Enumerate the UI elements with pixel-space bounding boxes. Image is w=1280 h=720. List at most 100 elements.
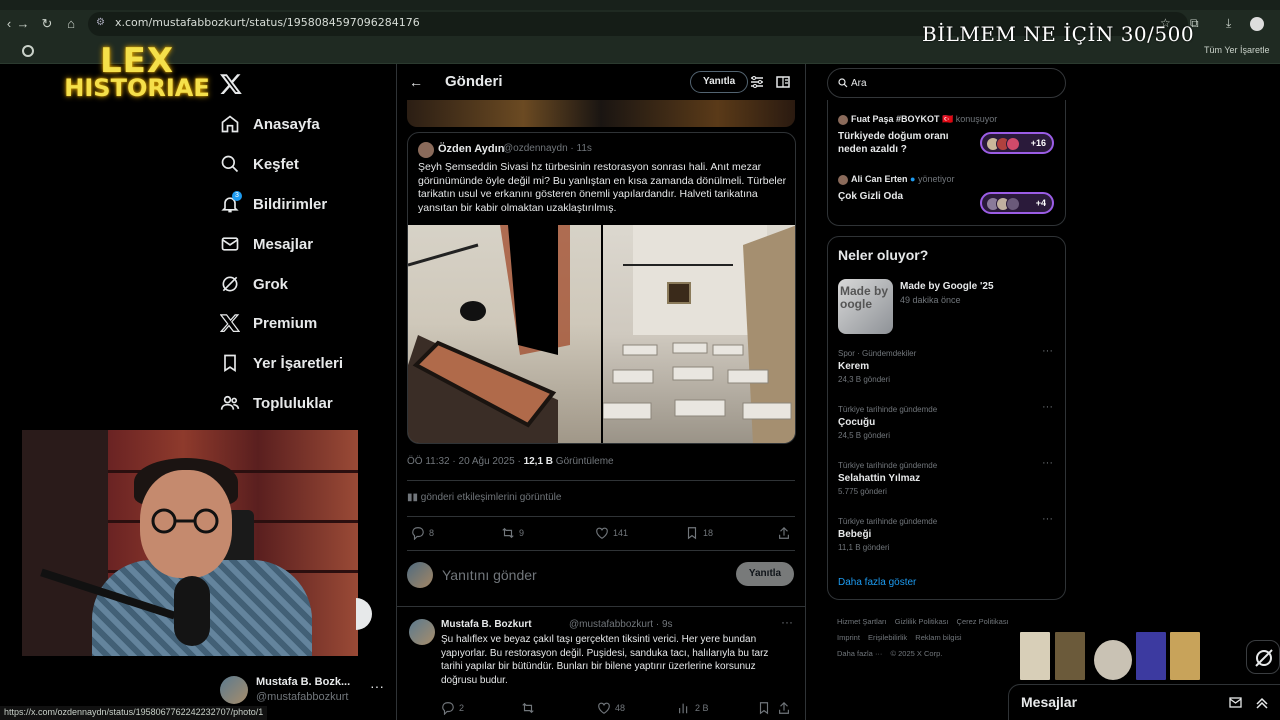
profile-icon[interactable] [1250,17,1264,31]
share-button[interactable] [777,701,795,715]
reply-composer: Yanıtını gönder Yanıtla [407,560,797,590]
book-cover [1094,640,1132,680]
home-icon [221,115,239,133]
more-icon[interactable]: ··· [1042,513,1053,525]
more-icon[interactable]: ··· [370,678,384,694]
view-engagements-link[interactable]: ▮▮ gönderi etkileşimlerini görüntüle [407,492,561,503]
trend-item[interactable]: Türkiye tarihinde gündemde Bebeği 11,1 B… [838,513,1058,552]
space-listeners-pill[interactable]: +4 [980,192,1054,214]
nav-label: Yer İşaretleri [253,354,344,372]
nav-item-notifications[interactable]: 3 Bildirimler [220,189,327,219]
reply-pill-button[interactable]: Yanıtla [690,71,749,93]
avatar [838,114,848,125]
trend-item[interactable]: Spor · Gündemdekiler Kerem 24,3 B gönder… [838,345,1058,384]
reply-tweet[interactable]: Mustafa B. Bozkurt @mustafabbozkurt · 9s… [397,606,805,720]
search-input[interactable]: Ara [827,68,1066,98]
repost-button[interactable]: 9 [501,526,524,540]
previous-media-strip[interactable] [407,100,795,127]
footer-link[interactable]: Daha fazla ··· [837,649,882,658]
grok-icon [1255,649,1273,667]
footer-link[interactable]: Gizlilik Politikası [895,617,949,626]
more-icon[interactable]: ··· [1042,401,1053,413]
book-covers-overlay [1020,632,1200,680]
tab-strip [0,0,1280,10]
copyright: © 2025 X Corp. [890,649,943,658]
nav-item-grok[interactable]: Grok [220,269,288,299]
reply-text: Şu halıflex ve beyaz çakıl taşı gerçekte… [441,634,769,686]
share-button[interactable] [777,526,795,540]
url-text[interactable]: x.com/mustafabbozkurt/status/19580845970… [115,16,420,29]
featured-title[interactable]: Made by Google '25 [900,281,994,292]
all-bookmarks[interactable]: Tüm Yer İşaretle [1204,45,1270,55]
tomb-photo-1[interactable] [408,225,601,443]
reply-button[interactable]: 8 [411,526,434,540]
x-logo-icon[interactable] [219,72,243,96]
new-message-icon[interactable] [1229,695,1243,709]
bookmark-bar-icon[interactable] [22,45,34,57]
messages-drawer[interactable]: Mesajlar [1008,684,1280,720]
forward-icon[interactable]: → [14,15,32,33]
tweet-time: ÖÖ 11:32 · 20 Ağu 2025 · [407,456,524,467]
back-arrow-icon[interactable]: ← [409,74,423,90]
trend-count: 11,1 B gönderi [838,543,890,552]
footer-link[interactable]: Reklam bilgisi [915,633,961,642]
nav-item-communities[interactable]: Topluluklar [220,388,333,418]
heart-icon [598,702,610,714]
nav-item-premium[interactable]: Premium [220,308,317,338]
more-icon[interactable]: ··· [781,615,793,629]
footer-link[interactable]: Çerez Politikası [957,617,1009,626]
nav-item-explore[interactable]: Keşfet [220,149,299,179]
listener-count: +4 [1035,198,1046,208]
space-item[interactable]: Ali Can Erten ● yönetiyor Çok Gizli Oda … [838,174,1058,214]
grok-button[interactable] [1246,640,1280,674]
account-switcher[interactable]: Mustafa B. Bozk... @mustafabbozkurt ··· [220,674,390,708]
footer-link[interactable]: Hizmet Şartları [837,617,887,626]
home-browser-icon[interactable]: ⌂ [62,15,80,33]
space-title: Türkiyede doğum oranı neden azaldı ? [838,131,949,155]
reply-submit-button[interactable]: Yanıtla [736,562,794,586]
nav-item-home[interactable]: Anasayfa [220,109,320,139]
nav-label: Anasayfa [253,115,320,133]
tweet-views-label: Görüntüleme [553,456,614,467]
nav-item-messages[interactable]: Mesajlar [220,229,313,259]
more-icon[interactable]: ··· [1042,457,1053,469]
bookmark-button[interactable]: 18 [685,526,713,540]
repost-button[interactable] [521,701,539,715]
like-button[interactable]: 48 [597,701,625,715]
footer-link[interactable]: Imprint [837,633,860,642]
avatar [418,142,434,158]
share-icon [779,526,789,539]
trend-item[interactable]: Türkiye tarihinde gündemde Çocuğu 24,5 B… [838,401,1058,440]
avatar [407,562,433,588]
download-icon[interactable]: ⤓ [1226,16,1231,31]
bookmark-count: 18 [703,528,714,538]
featured-thumbnail[interactable]: Made by oogle [838,279,893,334]
filter-icon[interactable] [749,74,765,90]
views-button[interactable]: 2 B [677,701,709,715]
scroll-indicator [356,598,372,630]
bookmark-icon [224,354,236,373]
notification-badge: 3 [232,191,242,201]
avatar [409,619,435,645]
nav-item-bookmarks[interactable]: Yer İşaretleri [220,348,343,378]
trend-item[interactable]: Türkiye tarihinde gündemde Selahattin Yı… [838,457,1058,496]
quoted-tweet[interactable]: Özden Aydın @ozdennaydn · 11s Şeyh Şemse… [407,132,796,444]
bookmark-button[interactable] [757,701,775,715]
chevron-up-icon[interactable] [1255,695,1269,709]
reply-input[interactable]: Yanıtını gönder [442,567,537,583]
show-more-link[interactable]: Daha fazla göster [838,577,916,588]
reload-icon[interactable]: ↻ [38,15,56,33]
reader-icon[interactable] [775,74,791,90]
footer-link[interactable]: Erişilebilirlik [868,633,907,642]
reply-button[interactable]: 2 [441,701,464,715]
site-info-icon[interactable]: ⚙ [96,17,108,29]
views-count: 2 B [695,703,709,713]
trend-name: Çocuğu [838,417,876,428]
messages-drawer-title: Mesajlar [1021,694,1078,710]
tomb-photo-2[interactable] [603,225,795,443]
space-listeners-pill[interactable]: +16 [980,132,1054,154]
like-button[interactable]: 141 [595,526,628,540]
more-icon[interactable]: ··· [1042,345,1053,357]
reply-count: 8 [429,528,435,538]
space-item[interactable]: Fuat Paşa #BOYKOT 🇹🇷 konuşuyor Türkiyede… [838,114,1058,156]
